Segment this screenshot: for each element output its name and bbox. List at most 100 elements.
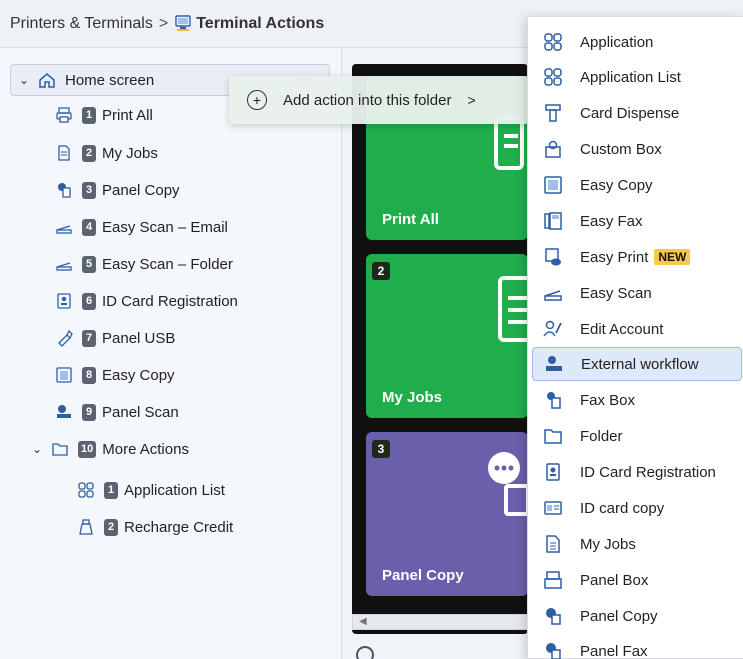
panel-copy-icon: [488, 452, 528, 516]
tree-item-label: Panel Copy: [102, 181, 180, 199]
tree-item-label: Easy Copy: [102, 366, 175, 384]
menu-item-custom-box[interactable]: Custom Box: [532, 132, 742, 166]
tile-label: Print All: [382, 211, 439, 228]
panel-copy-icon: [542, 605, 564, 627]
copy-icon: [54, 365, 74, 385]
menu-item-label: ID card copy: [580, 499, 665, 517]
tree-item-more-actions[interactable]: ⌄ 10 More Actions: [32, 432, 189, 466]
tree-item-panel-usb[interactable]: 7 Panel USB: [54, 321, 175, 355]
box-icon: [542, 138, 564, 160]
menu-item-id-card-registration[interactable]: ID Card Registration: [532, 455, 742, 489]
item-number: 3: [82, 181, 96, 199]
card-dispense-icon: [542, 102, 564, 124]
menu-item-edit-account[interactable]: Edit Account: [532, 312, 742, 346]
tree-item-label: Panel USB: [102, 329, 176, 347]
tree-item-panel-copy[interactable]: 3 Panel Copy: [54, 173, 180, 207]
item-number: 2: [104, 518, 118, 536]
breadcrumb[interactable]: Printers & Terminals: [10, 15, 153, 33]
menu-item-label: Folder: [580, 427, 623, 445]
panel-box-icon: [542, 569, 564, 591]
menu-item-application[interactable]: Application: [532, 25, 742, 59]
menu-item-label: Edit Account: [580, 320, 664, 338]
tree-subitem-recharge-credit[interactable]: 2 Recharge Credit: [76, 510, 233, 544]
terminal-icon: [174, 14, 192, 33]
action-type-submenu: Application Application List Card Dispen…: [527, 16, 743, 659]
folder-icon: [542, 425, 564, 447]
menu-item-easy-print[interactable]: Easy Print NEW: [532, 240, 742, 274]
menu-item-application-list[interactable]: Application List: [532, 60, 742, 94]
tree-subitem-application-list[interactable]: 1 Application List: [76, 473, 225, 507]
tile-badge: 3: [372, 440, 390, 458]
menu-item-label: Application: [580, 33, 654, 51]
scroll-left-icon[interactable]: ◀: [359, 616, 367, 627]
tree-item-label: My Jobs: [102, 144, 158, 162]
document-icon: [542, 533, 564, 555]
page-title: Terminal Actions: [196, 14, 325, 32]
tile-label: Panel Copy: [382, 567, 464, 584]
menu-item-my-jobs[interactable]: My Jobs: [532, 527, 742, 561]
menu-item-label: External workflow: [581, 355, 699, 373]
workflow-icon: [543, 353, 565, 375]
menu-item-panel-copy[interactable]: Panel Copy: [532, 599, 742, 633]
menu-item-label: Custom Box: [580, 140, 662, 158]
menu-item-panel-fax[interactable]: Panel Fax: [532, 634, 742, 659]
folder-icon: [50, 439, 70, 459]
breadcrumb-separator: >: [158, 14, 169, 32]
menu-item-label: Panel Box: [580, 571, 649, 589]
tree-item-my-jobs[interactable]: 2 My Jobs: [54, 136, 158, 170]
item-number: 1: [82, 106, 96, 124]
fax-icon: [542, 210, 564, 232]
menu-item-id-card-copy[interactable]: ID card copy: [532, 491, 742, 525]
tree-item-label: Recharge Credit: [124, 518, 234, 536]
menu-item-card-dispense[interactable]: Card Dispense: [532, 96, 742, 130]
menu-item-easy-scan[interactable]: Easy Scan: [532, 276, 742, 310]
tree-item-label: Easy Scan – Folder: [102, 255, 233, 273]
printer-icon: [54, 105, 74, 125]
tree-root-label: Home screen: [65, 71, 155, 89]
tree-item-label: ID Card Registration: [102, 292, 238, 310]
preview-tile-panel-copy[interactable]: 3 Panel Copy: [366, 432, 528, 596]
fax-box-icon: [542, 389, 564, 411]
menu-item-label: ID Card Registration: [580, 463, 716, 481]
menu-item-label: Easy Scan: [580, 284, 652, 302]
tree-item-label: Panel Scan: [102, 403, 179, 421]
item-number: 9: [82, 403, 96, 421]
chevron-down-icon[interactable]: ⌄: [32, 442, 46, 456]
tree-item-id-card-registration[interactable]: 6 ID Card Registration: [54, 284, 238, 318]
add-action-menu-item[interactable]: + Add action into this folder >: [229, 76, 529, 124]
item-number: 7: [82, 329, 96, 347]
menu-item-folder[interactable]: Folder: [532, 419, 742, 453]
add-circle-icon[interactable]: [356, 646, 374, 659]
tree-item-easy-scan-email[interactable]: 4 Easy Scan – Email: [54, 210, 228, 244]
add-action-label: Add action into this folder: [283, 91, 452, 109]
menu-item-easy-fax[interactable]: Easy Fax: [532, 204, 742, 238]
document-icon: [498, 276, 528, 342]
tree-item-panel-scan[interactable]: 9 Panel Scan: [54, 395, 179, 429]
menu-item-label: Easy Print: [580, 248, 649, 266]
menu-item-label: Easy Fax: [580, 212, 643, 230]
menu-item-label: My Jobs: [580, 535, 636, 553]
menu-item-panel-box[interactable]: Panel Box: [532, 563, 742, 597]
item-number: 4: [82, 218, 96, 236]
tile-label: My Jobs: [382, 389, 443, 406]
scan-icon: [54, 217, 74, 237]
tree-item-print-all[interactable]: 1 Print All: [54, 98, 153, 132]
menu-item-label: Application List: [580, 68, 681, 86]
grid-icon: [542, 31, 564, 53]
panel-copy-icon: [54, 180, 74, 200]
tree-item-label: Easy Scan – Email: [102, 218, 228, 236]
preview-tile-my-jobs[interactable]: 2 My Jobs: [366, 254, 528, 418]
new-badge: NEW: [654, 249, 691, 265]
panel-fax-icon: [542, 640, 564, 659]
chevron-down-icon[interactable]: ⌄: [19, 73, 33, 87]
id-card-icon: [54, 291, 74, 311]
preview-horizontal-scrollbar[interactable]: ◀: [352, 614, 528, 630]
terminal-preview: Print All 2 My Jobs 3 Panel Copy: [352, 64, 528, 634]
menu-item-fax-box[interactable]: Fax Box: [532, 383, 742, 417]
menu-item-easy-copy[interactable]: Easy Copy: [532, 168, 742, 202]
tree-item-easy-scan-folder[interactable]: 5 Easy Scan – Folder: [54, 247, 233, 281]
menu-item-external-workflow[interactable]: External workflow: [532, 347, 742, 381]
tree-item-easy-copy[interactable]: 8 Easy Copy: [54, 358, 175, 392]
panel-scan-icon: [54, 402, 74, 422]
menu-item-label: Easy Copy: [580, 176, 653, 194]
